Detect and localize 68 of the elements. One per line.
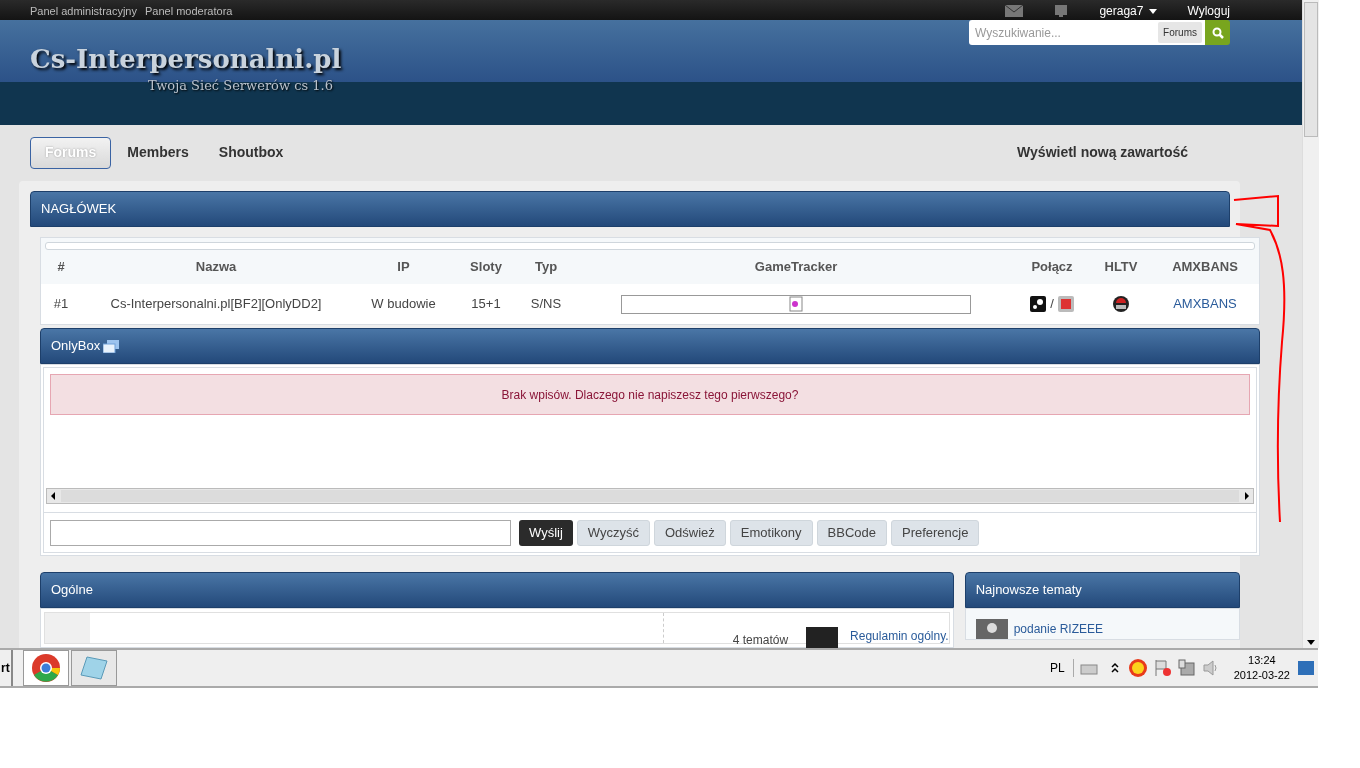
scrollbar-thumb[interactable] xyxy=(1304,2,1318,137)
logout-link[interactable]: Wyloguj xyxy=(1187,2,1230,20)
table-cell-text: 15+1 xyxy=(470,295,502,314)
column-header: HLTV xyxy=(1103,258,1139,277)
logo-subtitle: Twoja Sieć Serwerów cs 1.6 xyxy=(148,77,334,95)
clock-date[interactable]: 2012-03-22 xyxy=(1233,668,1290,683)
vertical-scrollbar[interactable] xyxy=(1302,0,1319,648)
shoutbox-button[interactable]: Wyczyść xyxy=(576,519,650,546)
clock-time[interactable]: 13:24 xyxy=(1248,653,1276,668)
column-header: # xyxy=(56,258,66,277)
table-cell-text: Cs-Interpersonalni.pl[BF2][OnlyDD2] xyxy=(109,295,323,314)
browser-icon xyxy=(31,654,60,682)
shoutbox-button[interactable]: Odśwież xyxy=(654,519,726,546)
column-header: GameTracker xyxy=(753,258,839,277)
message-input[interactable] xyxy=(50,519,511,546)
start-button[interactable]: rt xyxy=(0,650,13,686)
shoutbox-button[interactable]: Preferencje xyxy=(890,519,980,546)
language-indicator[interactable]: PL xyxy=(1050,659,1074,677)
network-icon[interactable] xyxy=(1177,659,1196,677)
search-field[interactable]: Wyszukiwanie... Forums xyxy=(969,20,1205,45)
steam-icon[interactable] xyxy=(1030,296,1047,312)
keyboard-icon[interactable] xyxy=(1079,661,1098,675)
nav-tab[interactable]: Members xyxy=(113,136,203,169)
windows-icon xyxy=(103,339,120,353)
speaker-icon[interactable] xyxy=(1201,659,1220,677)
new-content-link[interactable]: Wyświetl nową zawartość xyxy=(1017,142,1188,164)
shoutbox-button[interactable]: Emotikony xyxy=(729,519,813,546)
horizontal-scrollbar[interactable] xyxy=(46,488,1254,504)
topic-count: 4 tematów xyxy=(731,632,790,643)
separator-text: / xyxy=(1050,295,1054,314)
topic-link[interactable]: podanie RIZEEE xyxy=(1013,620,1103,638)
shoutbox-button[interactable]: BBCode xyxy=(816,519,887,546)
amxbans-link[interactable]: AMXBANS xyxy=(1154,294,1256,314)
column-header: Typ xyxy=(533,258,559,277)
section-title: NAGŁÓWEK xyxy=(41,200,117,219)
caret-icon xyxy=(1149,8,1158,14)
notepad-icon xyxy=(78,655,109,681)
shoutbox-button[interactable]: Wyślij xyxy=(519,519,573,546)
info-message: Brak wpisów. Dlaczego nie napiszesz tego pierwszego? xyxy=(50,374,1250,415)
forum-status-icon xyxy=(45,613,90,643)
search-button[interactable] xyxy=(1205,20,1230,45)
hltv-icon[interactable] xyxy=(1113,296,1129,312)
game-icon[interactable] xyxy=(1057,296,1074,312)
column-header: Nazwa xyxy=(194,258,238,277)
flag-icon[interactable] xyxy=(1153,659,1172,677)
nav-tab[interactable]: Shoutbox xyxy=(204,136,298,169)
admin-link[interactable]: Panel administracyjny xyxy=(30,3,137,20)
admin-link[interactable]: Panel moderatora xyxy=(145,3,233,20)
search-icon xyxy=(1211,26,1224,39)
table-cell-text: #1 xyxy=(52,295,70,314)
section-title: OnlyBox xyxy=(51,337,101,356)
chevron-up-icon[interactable] xyxy=(1109,662,1120,674)
table-cell-text: S/NS xyxy=(529,295,563,314)
mail-icon[interactable] xyxy=(1005,5,1024,17)
sun-icon[interactable] xyxy=(1127,658,1148,678)
section-title: Najnowsze tematy xyxy=(975,581,1082,600)
last-post-link[interactable]: Regulamin ogólny. xyxy=(850,627,949,643)
column-header: Sloty xyxy=(469,258,503,277)
taskbar-app[interactable] xyxy=(22,650,69,686)
column-header: IP xyxy=(396,258,411,277)
taskbar-app[interactable] xyxy=(70,650,117,686)
column-header: AMXBANS xyxy=(1171,258,1239,277)
user-menu[interactable]: geraga7 xyxy=(1099,2,1158,20)
search-scope[interactable]: Forums xyxy=(1158,22,1202,43)
section-title: Ogólne xyxy=(51,581,93,600)
logo-title: Cs-Interpersonalni.pl xyxy=(30,46,342,72)
table-cell-text: W budowie xyxy=(370,295,437,314)
column-header: Połącz xyxy=(1030,258,1074,277)
